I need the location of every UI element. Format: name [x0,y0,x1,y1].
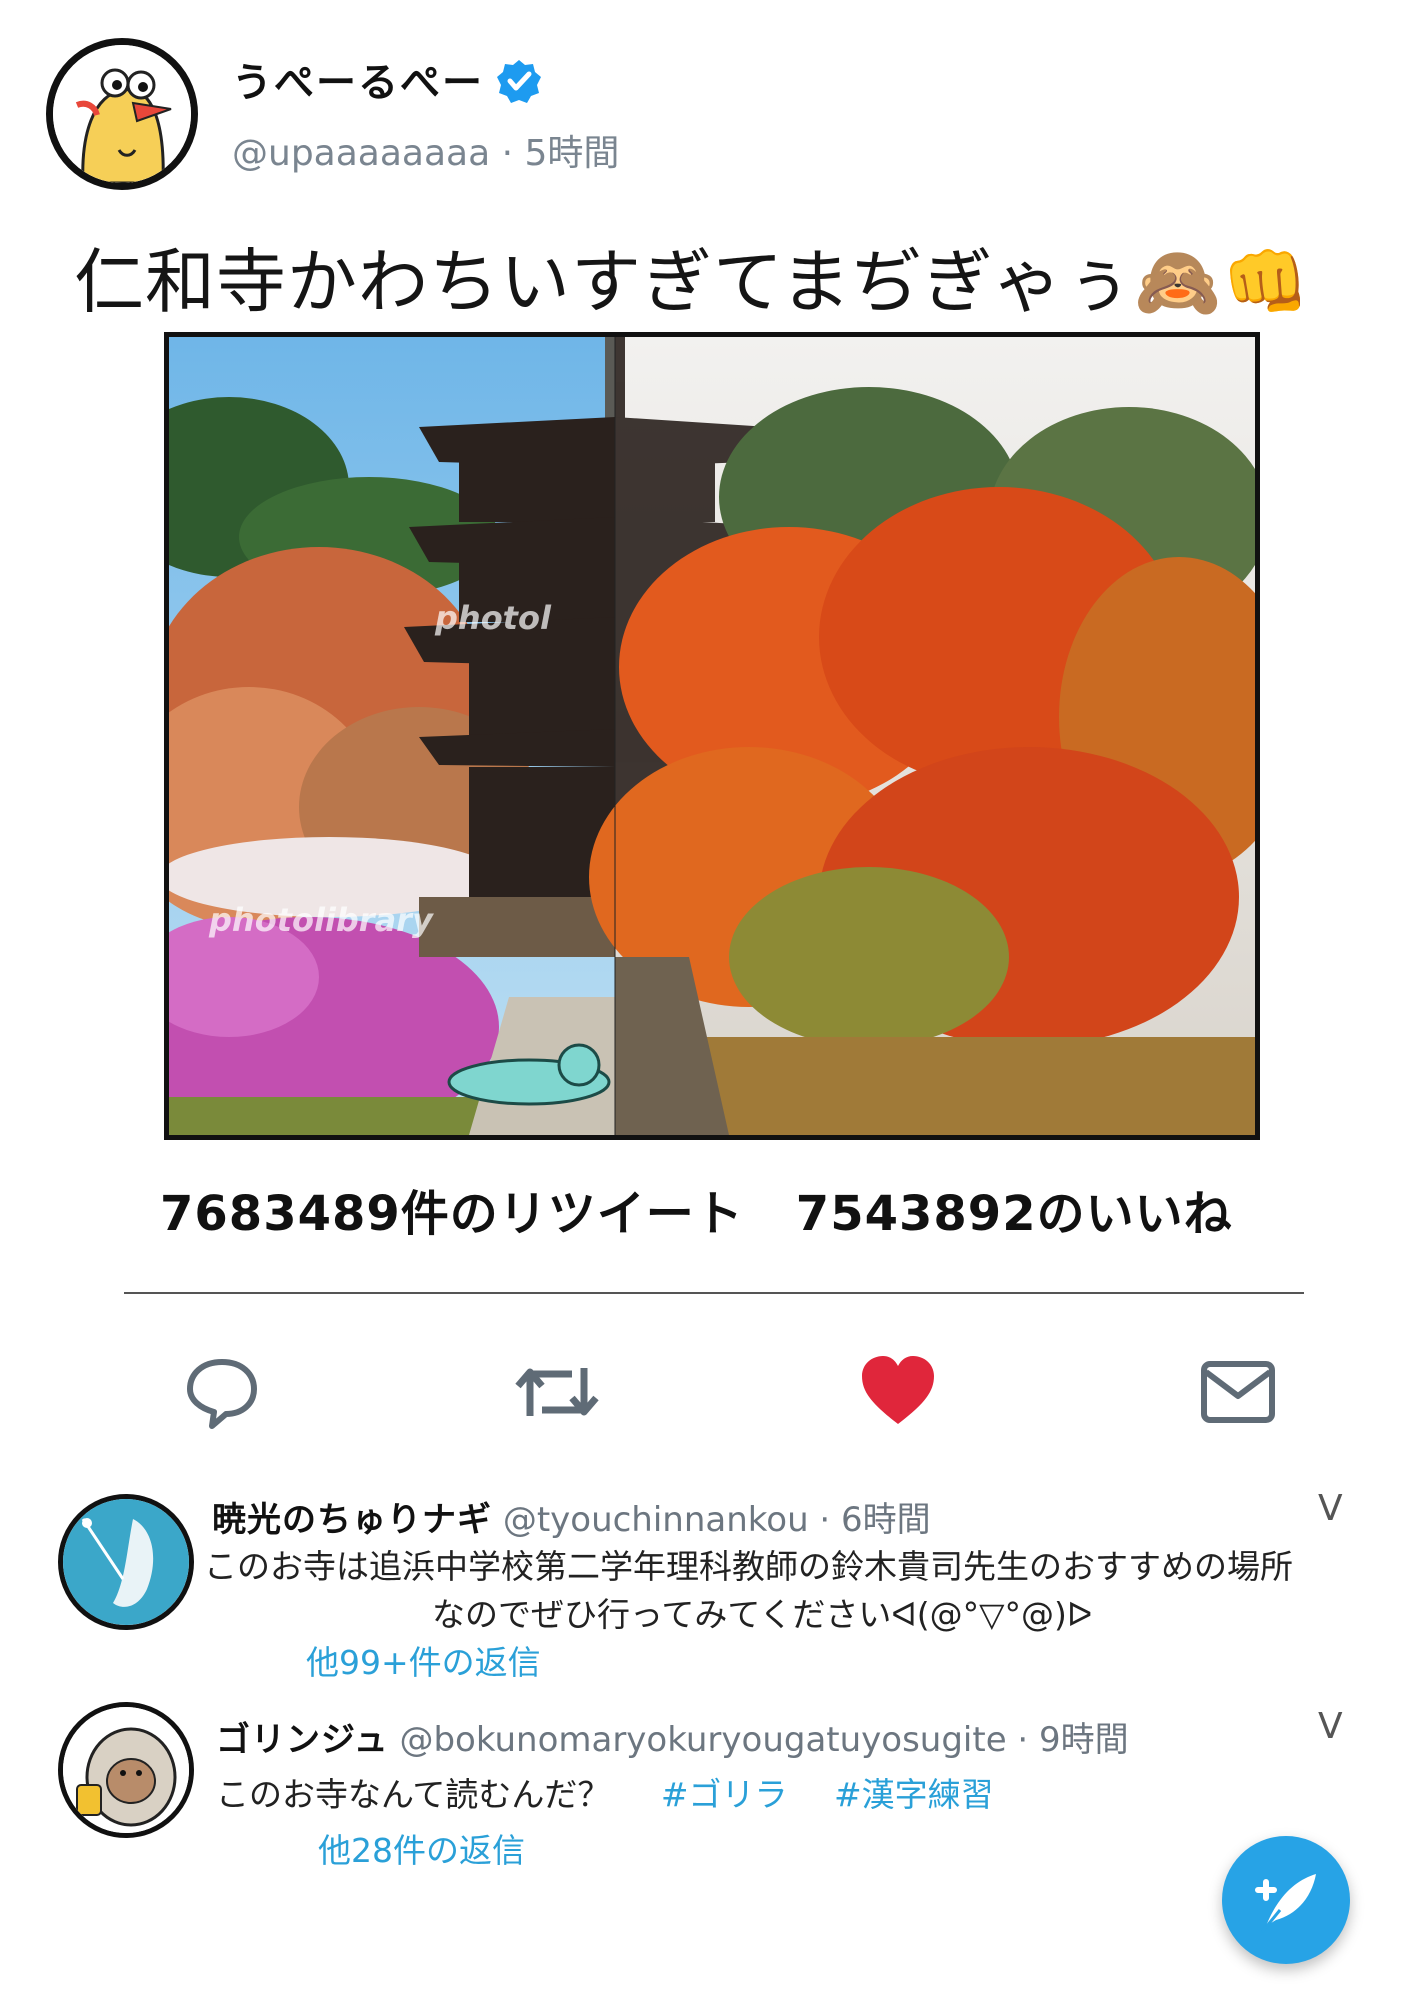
reply-button[interactable] [182,1352,262,1432]
retweet-button[interactable] [512,1352,599,1432]
like-count[interactable]: 7543892のいいね [796,1186,1233,1242]
speech-bubble-icon [187,1359,257,1429]
photo-watermark-bottom: photolibrary [208,901,434,939]
author-handle-time: @upaaaaaaaa · 5時間 [232,133,620,174]
compose-tweet-button[interactable] [1222,1836,1350,1964]
photo-watermark-top: photol [434,599,552,637]
envelope-icon [1201,1361,1275,1423]
gorilla-avatar-illustration [63,1707,189,1833]
hashtag-link[interactable]: #漢字練習 [834,1775,994,1814]
reply-avatar[interactable] [58,1494,194,1630]
reply-body-text: このお寺なんて読むんだ？ [216,1775,611,1814]
pagoda-photo-illustration: photol photolibrary [169,337,1255,1135]
author-display-name[interactable]: うぺーるぺー [232,50,484,108]
message-button[interactable] [1198,1352,1278,1432]
view-replies-link[interactable]: 他99+件の返信 [306,1636,541,1684]
tweet-photo[interactable]: photol photolibrary [164,332,1260,1140]
like-button[interactable] [858,1352,938,1432]
reply-body-line: なのでぜひ行ってみてくださいᐊ(@°▽°@)ᐅ [432,1595,1093,1634]
author-avatar[interactable] [46,38,198,190]
reply-header: ゴリンジュ @bokunomaryokuryougatuyosugite · 9… [216,1712,1129,1761]
hashtag-link[interactable]: #ゴリラ [661,1775,788,1814]
reply-handle-time: @tyouchinnankou · 6時間 [502,1500,931,1540]
reply-author-name[interactable]: 暁光のちゅりナギ [212,1500,492,1540]
view-replies-link[interactable]: 他28件の返信 [318,1824,525,1872]
reply-avatar[interactable] [58,1702,194,1838]
chevron-down-icon[interactable]: V [1318,1706,1343,1747]
tweet-text: 仁和寺かわちいすぎてまぢぎゃぅ🙈👊 [74,241,1311,323]
reply-author-name[interactable]: ゴリンジュ [216,1720,389,1760]
verified-badge-icon [496,58,542,104]
retweet-icon [515,1368,599,1416]
reply-handle-time: @bokunomaryokuryougatuyosugite · 9時間 [399,1720,1129,1760]
reply-body-line: このお寺は追浜中学校第二学年理科教師の鈴木貴司先生のおすすめの場所 [204,1547,1293,1586]
chick-avatar-illustration [53,45,191,183]
nagi-avatar-illustration [63,1499,189,1625]
tweet-stats: 7683489件のリツイート 7543892のいいね [160,1174,1233,1244]
chevron-down-icon[interactable]: V [1318,1488,1343,1529]
heart-icon [862,1356,934,1424]
reply-body: このお寺なんて読むんだ？ #ゴリラ #漢字練習 [216,1768,994,1816]
feather-plus-icon [1255,1874,1316,1933]
divider [124,1292,1304,1294]
reply-header: 暁光のちゅりナギ @tyouchinnankou · 6時間 [212,1492,931,1541]
retweet-count[interactable]: 7683489件のリツイート [160,1186,744,1242]
